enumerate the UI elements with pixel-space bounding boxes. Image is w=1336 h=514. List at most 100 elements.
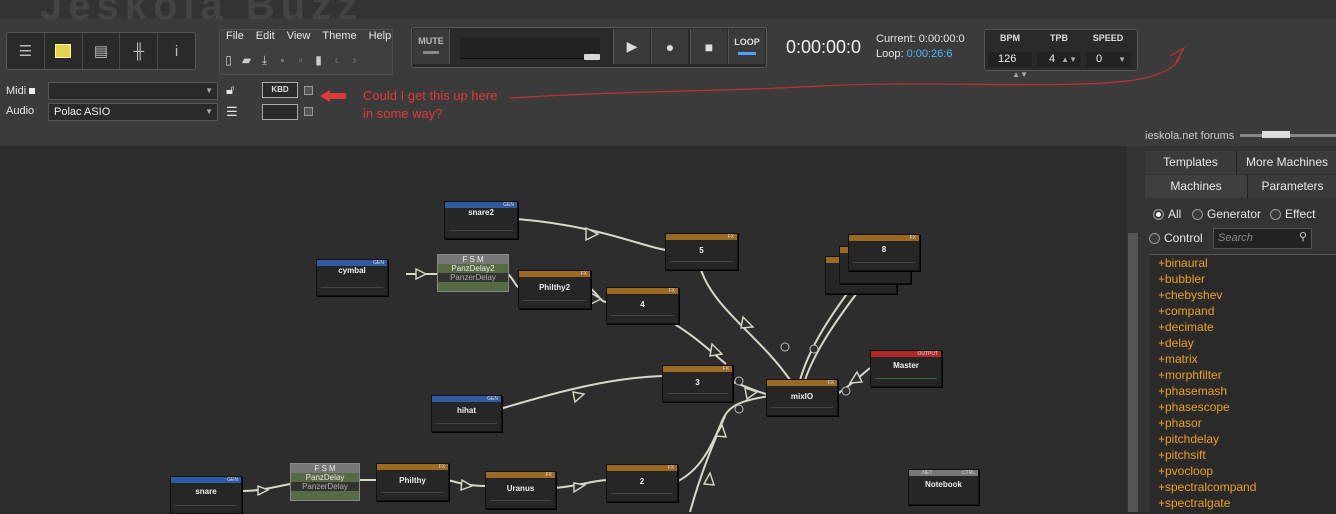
machine-list-item[interactable]: +chebyshev: [1150, 287, 1336, 303]
machine-snare[interactable]: GEN snare: [170, 476, 242, 514]
sequence-view-icon[interactable]: ▤: [83, 33, 121, 69]
machine-list-item[interactable]: +pvocloop: [1150, 463, 1336, 479]
machine-notebook[interactable]: CTRL .NET Notebook: [908, 469, 979, 505]
settings-sliders-icon[interactable]: ☰: [226, 104, 238, 120]
radio-icon: [1149, 233, 1160, 245]
machine-cymbal[interactable]: GEN cymbal: [316, 259, 388, 296]
machine-3[interactable]: FX 3: [662, 365, 733, 402]
machine-list-item[interactable]: +spectralcompand: [1150, 479, 1336, 495]
machine-name: Philthy2: [538, 283, 571, 292]
machine-list-item[interactable]: +matrix: [1150, 351, 1336, 367]
machine-2[interactable]: FX 2: [606, 464, 678, 502]
machine-view-button[interactable]: [45, 33, 83, 69]
cut-icon[interactable]: ▪: [276, 53, 289, 68]
grid-view-icon[interactable]: ☰: [7, 33, 45, 69]
machine-master[interactable]: OUTPUT Master: [870, 350, 942, 387]
midi-value: [49, 85, 54, 97]
machine-name: Master: [893, 361, 919, 370]
menu-edit[interactable]: Edit: [250, 30, 281, 48]
wave-view-icon[interactable]: ╫: [120, 33, 159, 69]
right-tabs-bottom: Machines Parameters: [1145, 175, 1336, 198]
machine-name: Notebook: [925, 480, 962, 489]
audio-combo[interactable]: Polac ASIO ▼: [48, 103, 218, 121]
audio-value: Polac ASIO: [54, 106, 111, 118]
machine-name: Uranus: [506, 484, 535, 493]
machine-name: 5: [699, 246, 704, 255]
midi-combo[interactable]: ▼: [48, 82, 218, 100]
machine-name: hihat: [456, 406, 477, 415]
machine-panzdelay[interactable]: F S M PanzDelay PanzerDelay: [290, 463, 360, 501]
machine-4[interactable]: FX 4: [606, 287, 679, 324]
annotation-line-1: Could I get this up here: [363, 88, 498, 103]
filter-generator[interactable]: Generator: [1192, 207, 1261, 221]
machine-list-item[interactable]: +bubbler: [1150, 271, 1336, 287]
machine-philthy[interactable]: FX Philthy: [376, 463, 449, 501]
search-icon[interactable]: ⚲: [1299, 230, 1307, 243]
machine-list-item[interactable]: +spectralgate: [1150, 495, 1336, 511]
search-placeholder: Search: [1218, 232, 1253, 244]
midi-indicator: [29, 88, 36, 94]
open-folder-icon[interactable]: ▰: [240, 53, 253, 68]
zoom-slider-knob[interactable]: [1262, 131, 1290, 138]
machine-name: cymbal: [338, 266, 366, 275]
machine-name: 8: [881, 245, 887, 254]
machine-name: 4: [640, 300, 645, 309]
machine-list-item[interactable]: +phasemash: [1150, 383, 1336, 399]
lock-icon[interactable]: 🔓︎: [226, 82, 234, 98]
filter-control[interactable]: Control: [1149, 231, 1203, 245]
machine-list-item[interactable]: +delay: [1150, 335, 1336, 351]
machine-list-item[interactable]: +pitchdelay: [1150, 431, 1336, 447]
machine-list-item[interactable]: +phasor: [1150, 415, 1336, 431]
radio-icon: [1192, 209, 1203, 221]
search-input[interactable]: Search ⚲: [1213, 228, 1312, 249]
machine-list-item[interactable]: +morphfilter: [1150, 367, 1336, 383]
right-tabs-top: Templates More Machines: [1145, 151, 1336, 174]
dropdown-arrow-icon[interactable]: ▼: [205, 83, 217, 99]
machine-list-item[interactable]: +binaural: [1150, 255, 1336, 271]
midi-label: Midi: [6, 85, 36, 97]
dropdown-arrow-icon[interactable]: ▼: [205, 104, 217, 120]
save-icon[interactable]: ⤓: [258, 53, 271, 68]
machine-list-item[interactable]: +phasescope: [1150, 399, 1336, 415]
machine-name: snare2: [468, 208, 494, 217]
machine-name: 3: [695, 378, 700, 387]
machine-snare2[interactable]: GEN snare2: [444, 201, 518, 239]
annotation-arrows: [320, 46, 1186, 102]
machine-list-item[interactable]: +compand: [1150, 303, 1336, 319]
machine-5[interactable]: FX 5: [665, 233, 738, 270]
audio-label: Audio: [6, 105, 35, 117]
machine-hihat[interactable]: GEN hihat: [431, 395, 502, 432]
filter-all[interactable]: All: [1153, 207, 1181, 221]
machine-list-item[interactable]: +pitchsift: [1150, 447, 1336, 463]
machine-philthy2[interactable]: FX Philthy2: [518, 270, 591, 309]
canvas-scrollbar-thumb[interactable]: [1128, 233, 1138, 512]
annotation-line-2: in some way?: [363, 106, 443, 121]
menu-file[interactable]: File: [220, 30, 250, 48]
view-switcher: ☰ ▤ ╫ i: [6, 32, 196, 70]
radio-checked-icon: [1153, 209, 1164, 221]
machine-list-item[interactable]: +decimate: [1150, 319, 1336, 335]
machine-panzdelay2[interactable]: F S M PanzDelay2 PanzerDelay: [437, 254, 509, 292]
wire-layer: [239, 218, 871, 512]
machine-list: +binaural +bubbler +chebyshev +compand +deci…: [1150, 254, 1336, 513]
info-icon[interactable]: i: [158, 33, 195, 69]
machine-mixio[interactable]: FX mixIO: [766, 379, 838, 416]
tab-templates[interactable]: Templates: [1145, 151, 1237, 174]
machine-8[interactable]: FX 8: [848, 234, 920, 271]
machine-name: Philthy: [399, 476, 426, 485]
tab-machines[interactable]: Machines: [1145, 175, 1248, 198]
machine-name: snare: [195, 487, 217, 496]
radio-icon: [1270, 209, 1281, 221]
filter-effect[interactable]: Effect: [1270, 207, 1315, 221]
tab-more-machines[interactable]: More Machines: [1237, 151, 1336, 174]
new-file-icon[interactable]: ▯: [222, 53, 235, 68]
tab-parameters[interactable]: Parameters: [1248, 175, 1336, 198]
keyboard-option-button[interactable]: [262, 104, 298, 120]
machine-name: 2: [639, 477, 645, 486]
machine-view-icon: [55, 44, 72, 58]
app-watermark: Jeskola Buzz: [40, 0, 364, 28]
machine-name: mixIO: [790, 392, 814, 401]
forums-link[interactable]: ieskola.net forums: [1145, 130, 1234, 142]
kbd-button[interactable]: KBD: [262, 82, 298, 98]
machine-uranus[interactable]: FX Uranus: [485, 471, 556, 509]
